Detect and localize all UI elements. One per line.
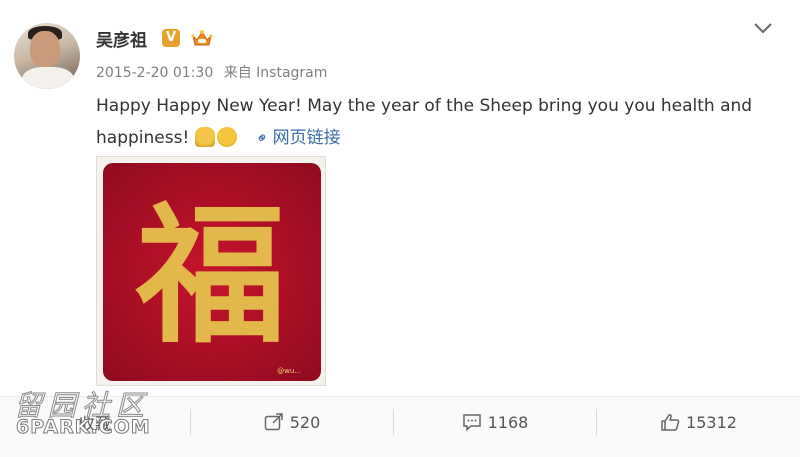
thumbs-up-icon [661, 414, 680, 431]
like-count: 15312 [686, 412, 737, 432]
avatar-face [30, 31, 60, 67]
avatar[interactable] [14, 23, 80, 89]
fu-character: 福 [135, 188, 286, 364]
post-meta: 2015-2-20 01:30 来自 Instagram [96, 62, 333, 82]
repost-icon [264, 413, 283, 431]
post-date[interactable]: 2015-2-20 01:30 [96, 65, 213, 81]
chevron-down-icon[interactable] [752, 20, 774, 36]
image-caption: @wu... [277, 367, 301, 375]
repost-button[interactable]: 520 [191, 397, 393, 447]
post-image[interactable]: 福 @wu... [96, 156, 326, 386]
crown-icon[interactable] [191, 28, 213, 48]
repost-count: 520 [289, 412, 321, 432]
avatar-shirt [22, 67, 74, 89]
post-source: 来自 Instagram [223, 65, 328, 81]
post-text: Happy Happy New Year! May the year of th… [96, 90, 786, 154]
username[interactable]: 吴彦祖 [96, 26, 147, 51]
verified-badge-icon[interactable]: V [162, 29, 180, 47]
comment-count: 1168 [487, 412, 529, 432]
web-link-label: 网页链接 [272, 128, 341, 148]
comment-icon [462, 414, 481, 431]
pray-emoji-icon [194, 127, 215, 147]
site-watermark: 留园社区 6PARK.COM [10, 384, 160, 444]
fist-emoji-icon [216, 127, 237, 147]
web-link[interactable]: ⚭网页链接 [252, 127, 341, 149]
like-button[interactable]: 15312 [597, 397, 800, 447]
watermark-english: 6PARK.COM [16, 416, 151, 439]
fu-card: 福 @wu... [103, 163, 321, 381]
comment-button[interactable]: 1168 [394, 397, 596, 447]
